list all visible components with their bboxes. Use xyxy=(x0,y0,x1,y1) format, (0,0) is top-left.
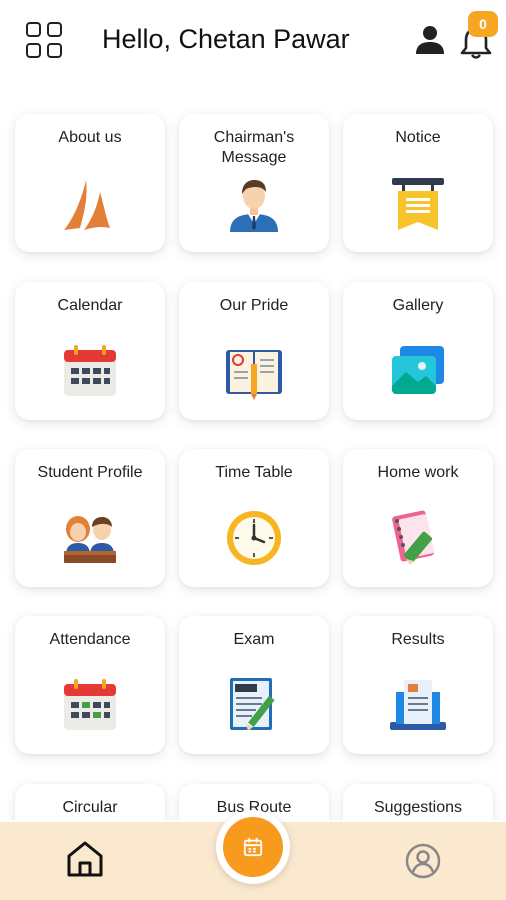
tile-circular[interactable]: Circular xyxy=(15,784,165,820)
tile-label: Notice xyxy=(395,129,441,146)
tile-label: About us xyxy=(58,129,122,146)
tile-label: Chairman's Message xyxy=(213,129,295,166)
tile-label: Exam xyxy=(233,631,275,648)
tile-calendar[interactable]: Calendar xyxy=(15,282,165,420)
tile-label: Gallery xyxy=(392,297,444,314)
attendance-calendar-icon xyxy=(60,674,120,734)
tile-label: Our Pride xyxy=(219,297,289,314)
photo-gallery-icon xyxy=(388,340,448,400)
grid-menu-icon[interactable] xyxy=(26,22,64,60)
results-report-icon xyxy=(388,674,448,734)
notice-board-icon xyxy=(388,172,448,232)
tile-time-table[interactable]: Time Table xyxy=(179,449,329,587)
profile-icon[interactable] xyxy=(404,842,442,880)
tile-label: Home work xyxy=(377,464,459,481)
notebook-pencil-icon xyxy=(388,507,448,567)
tile-our-pride[interactable]: Our Pride xyxy=(179,282,329,420)
tile-label: Suggestions xyxy=(373,799,463,816)
calendar-fab-button[interactable] xyxy=(216,810,290,884)
greeting-title: Hello, Chetan Pawar xyxy=(102,24,350,54)
tile-label: Circular xyxy=(62,799,118,816)
logo-sails-icon xyxy=(60,172,120,232)
tile-label: Calendar xyxy=(57,297,123,314)
app-header: Hello, Chetan Pawar 0 xyxy=(0,0,506,86)
businessman-icon xyxy=(224,172,284,232)
calendar-fab-icon xyxy=(223,817,283,877)
tile-label: Results xyxy=(391,631,445,648)
tile-student-profile[interactable]: Student Profile xyxy=(15,449,165,587)
notification-badge: 0 xyxy=(468,11,498,37)
students-icon xyxy=(60,507,120,567)
tile-gallery[interactable]: Gallery xyxy=(343,282,493,420)
clock-icon xyxy=(224,507,284,567)
exam-paper-icon xyxy=(224,674,284,734)
tile-label: Attendance xyxy=(49,631,131,648)
tile-label: Student Profile xyxy=(37,464,143,481)
user-icon[interactable] xyxy=(414,24,446,56)
tile-exam[interactable]: Exam xyxy=(179,616,329,754)
tile-chairmans-message[interactable]: Chairman's Message xyxy=(179,114,329,252)
tile-home-work[interactable]: Home work xyxy=(343,449,493,587)
open-book-icon xyxy=(224,340,284,400)
tile-label: Time Table xyxy=(215,464,293,481)
home-icon[interactable] xyxy=(64,838,106,880)
tile-results[interactable]: Results xyxy=(343,616,493,754)
calendar-icon xyxy=(60,340,120,400)
tile-suggestions[interactable]: Suggestions xyxy=(343,784,493,820)
menu-grid: About us Chairman's Message Notice Calen… xyxy=(0,86,506,820)
tile-notice[interactable]: Notice xyxy=(343,114,493,252)
tile-about-us[interactable]: About us xyxy=(15,114,165,252)
tile-attendance[interactable]: Attendance xyxy=(15,616,165,754)
